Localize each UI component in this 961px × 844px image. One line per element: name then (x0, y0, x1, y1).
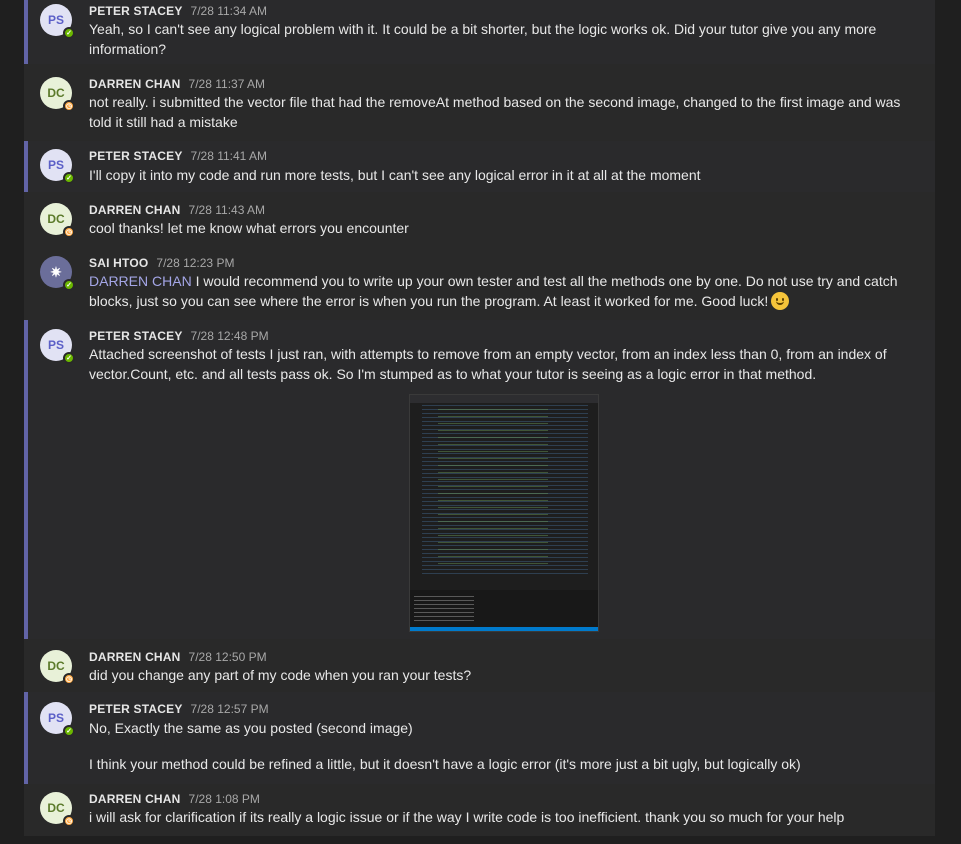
sender-name: PETER STACEY (89, 4, 183, 18)
code-comments (438, 409, 548, 569)
sender-name: DARREN CHAN (89, 792, 181, 806)
editor-status-bar (410, 627, 598, 631)
chat-message[interactable]: PS ✓ PETER STACEY 7/28 11:34 AM Yeah, so … (24, 0, 935, 64)
code-screenshot-image[interactable] (409, 394, 599, 632)
avatar-initials: DC (47, 659, 65, 673)
away-clock-icon: ◷ (63, 815, 75, 827)
message-header: DARREN CHAN 7/28 11:37 AM (89, 77, 265, 91)
avatar[interactable]: DC ◷ (40, 203, 75, 238)
message-header: SAI HTOO 7/28 12:23 PM (89, 256, 234, 270)
chat-message[interactable]: DC ◷ DARREN CHAN 7/28 11:43 AM cool thank… (24, 196, 935, 240)
sender-name: PETER STACEY (89, 329, 183, 343)
avatar[interactable]: PS ✓ (40, 4, 75, 39)
away-clock-icon: ◷ (63, 100, 75, 112)
message-header: PETER STACEY 7/28 12:57 PM (89, 702, 269, 716)
chat-message[interactable]: DC ◷ DARREN CHAN 7/28 12:50 PM did you ch… (24, 643, 935, 689)
message-text: Yeah, so I can't see any logical problem… (89, 21, 877, 57)
message-text: I think your method could be refined a l… (89, 756, 801, 772)
mention-link[interactable]: DARREN CHAN (89, 273, 192, 289)
smile-emoji-icon (771, 292, 790, 310)
timestamp: 7/28 11:34 AM (190, 4, 268, 18)
timestamp: 7/28 12:48 PM (190, 329, 269, 343)
avatar[interactable]: DC ◷ (40, 792, 75, 827)
available-status-icon: ✓ (63, 352, 75, 364)
message-header: DARREN CHAN 7/28 11:43 AM (89, 203, 265, 217)
message-text: not really. i submitted the vector file … (89, 94, 901, 130)
avatar-initials: DC (47, 212, 65, 226)
terminal-output (410, 590, 598, 627)
timestamp: 7/28 12:57 PM (190, 702, 269, 716)
sender-name: DARREN CHAN (89, 77, 181, 91)
timestamp: 7/28 12:50 PM (188, 650, 267, 664)
message-header: DARREN CHAN 7/28 12:50 PM (89, 650, 267, 664)
message-header: PETER STACEY 7/28 11:41 AM (89, 149, 267, 163)
chat-message[interactable]: PS ✓ PETER STACEY 7/28 12:57 PM No, Exact… (24, 692, 935, 784)
avatar[interactable]: PS ✓ (40, 702, 75, 737)
sender-name: DARREN CHAN (89, 203, 181, 217)
avatar[interactable]: PS ✓ (40, 329, 75, 364)
timestamp: 7/28 11:43 AM (188, 203, 266, 217)
chat-message[interactable]: DC ◷ DARREN CHAN 7/28 11:37 AM not really… (24, 72, 935, 134)
available-status-icon: ✓ (63, 279, 75, 291)
profile-photo-icon: ✷ (50, 263, 62, 280)
avatar[interactable]: DC ◷ (40, 77, 75, 112)
message-header: PETER STACEY 7/28 12:48 PM (89, 329, 269, 343)
message-text: cool thanks! let me know what errors you… (89, 220, 409, 236)
available-status-icon: ✓ (63, 725, 75, 737)
message-text: Attached screenshot of tests I just ran,… (89, 346, 887, 382)
avatar-initials: PS (47, 711, 64, 725)
avatar-initials: PS (47, 13, 64, 27)
sender-name: PETER STACEY (89, 149, 183, 163)
message-text: did you change any part of my code when … (89, 667, 472, 683)
avatar-initials: DC (47, 86, 65, 100)
chat-message[interactable]: DC ◷ DARREN CHAN 7/28 1:08 PM i will ask … (24, 786, 935, 836)
chat-message[interactable]: ✷ ✓ SAI HTOO 7/28 12:23 PM DARREN CHAN I … (24, 250, 935, 316)
timestamp: 7/28 1:08 PM (188, 792, 260, 806)
avatar-initials: PS (47, 338, 64, 352)
avatar[interactable]: ✷ ✓ (40, 256, 75, 291)
message-text: I'll copy it into my code and run more t… (89, 167, 701, 183)
avatar-initials: DC (47, 801, 65, 815)
message-text: i will ask for clarification if its real… (89, 809, 845, 825)
avatar[interactable]: PS ✓ (40, 149, 75, 184)
avatar[interactable]: DC ◷ (40, 650, 75, 685)
scrollbar[interactable] (936, 0, 961, 844)
avatar-initials: PS (47, 158, 64, 172)
timestamp: 7/28 12:23 PM (156, 256, 235, 270)
away-clock-icon: ◷ (63, 226, 75, 238)
message-header: DARREN CHAN 7/28 1:08 PM (89, 792, 260, 806)
chat-message[interactable]: PS ✓ PETER STACEY 7/28 11:41 AM I'll copy… (24, 141, 935, 192)
timestamp: 7/28 11:37 AM (188, 77, 266, 91)
away-clock-icon: ◷ (63, 673, 75, 685)
message-header: PETER STACEY 7/28 11:34 AM (89, 4, 267, 18)
message-text: DARREN CHAN I would recommend you to wri… (89, 271, 915, 311)
sender-name: SAI HTOO (89, 256, 149, 270)
available-status-icon: ✓ (63, 27, 75, 39)
available-status-icon: ✓ (63, 172, 75, 184)
editor-tab-bar (410, 395, 598, 403)
timestamp: 7/28 11:41 AM (190, 149, 268, 163)
sender-name: PETER STACEY (89, 702, 183, 716)
sender-name: DARREN CHAN (89, 650, 181, 664)
chat-thread: PS ✓ PETER STACEY 7/28 11:34 AM Yeah, so … (24, 0, 935, 836)
message-text: No, Exactly the same as you posted (seco… (89, 720, 413, 736)
